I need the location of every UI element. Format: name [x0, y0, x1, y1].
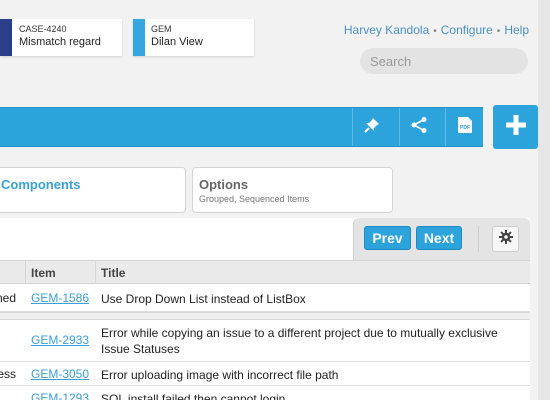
row-key-link[interactable]: GEM-2933	[31, 333, 89, 347]
row-key-link[interactable]: GEM-3050	[31, 367, 89, 381]
card-name: Mismatch regard	[19, 36, 101, 48]
card-code: CASE-4240	[19, 24, 67, 34]
row-key-link[interactable]: GEM-1293	[31, 391, 89, 400]
plus-icon	[505, 114, 527, 141]
separator-dot: •	[496, 26, 501, 37]
components-panel[interactable]: Components	[0, 167, 186, 213]
panel-title: Components	[1, 177, 81, 192]
configure-link[interactable]: Configure	[441, 23, 493, 37]
card-code: GEM	[151, 24, 172, 34]
recent-item-card[interactable]: CASE-4240 Mismatch regard	[0, 19, 122, 56]
row-status: ned	[0, 291, 16, 305]
card-color-bar	[133, 19, 145, 56]
svg-text:PDF: PDF	[460, 125, 470, 131]
user-links: Harvey Kandola • Configure • Help	[344, 23, 529, 37]
table-row[interactable]: ess GEM-3050 Error uploading image with …	[0, 362, 530, 386]
column-header-title[interactable]: Title	[101, 266, 125, 280]
table-row[interactable]: ned GEM-1586 Use Drop Down List instead …	[0, 284, 530, 312]
table-row[interactable]: GEM-2933 Error while copying an issue to…	[0, 320, 530, 362]
card-name: Dilan View	[151, 36, 203, 48]
row-status: ess	[0, 367, 16, 381]
next-button[interactable]: Next	[416, 226, 462, 250]
gear-icon	[498, 229, 513, 249]
pin-icon	[363, 116, 381, 139]
row-title: Error uploading image with incorrect fil…	[101, 368, 339, 382]
row-title: Error while copying an issue to a differ…	[101, 326, 498, 356]
share-button[interactable]	[399, 108, 437, 146]
table-row[interactable]: GEM-1293 SQL install failed then cannot …	[0, 386, 530, 400]
row-title: Use Drop Down List instead of ListBox	[101, 292, 306, 306]
pdf-button[interactable]: PDF	[445, 108, 483, 146]
card-color-bar	[0, 19, 12, 56]
user-name-link[interactable]: Harvey Kandola	[344, 23, 429, 37]
pdf-icon: PDF	[457, 116, 473, 139]
group-separator	[0, 312, 530, 320]
separator-dot: •	[433, 26, 437, 37]
pin-button[interactable]	[352, 108, 390, 146]
column-header-item[interactable]: Item	[31, 266, 56, 280]
settings-button[interactable]	[492, 226, 519, 252]
search-input[interactable]	[360, 48, 528, 74]
row-key-link[interactable]: GEM-1586	[31, 291, 89, 305]
panel-subtitle: Grouped, Sequenced Items	[199, 194, 310, 204]
column-divider	[95, 260, 96, 284]
recent-item-card[interactable]: GEM Dilan View	[133, 19, 254, 56]
share-icon	[410, 116, 428, 139]
scrollbar-track[interactable]	[538, 0, 550, 400]
column-divider	[25, 260, 26, 284]
toolbar: PDF	[0, 107, 483, 147]
options-panel[interactable]: Options Grouped, Sequenced Items	[192, 167, 393, 213]
prev-button[interactable]: Prev	[364, 226, 411, 250]
table-header: Item Title	[0, 260, 530, 284]
add-button[interactable]	[493, 105, 538, 149]
pager: Prev Next	[353, 218, 530, 260]
help-link[interactable]: Help	[504, 23, 529, 37]
row-title: SQL install failed then cannot login	[101, 392, 286, 400]
divider	[478, 226, 479, 252]
panel-title: Options	[199, 177, 249, 192]
